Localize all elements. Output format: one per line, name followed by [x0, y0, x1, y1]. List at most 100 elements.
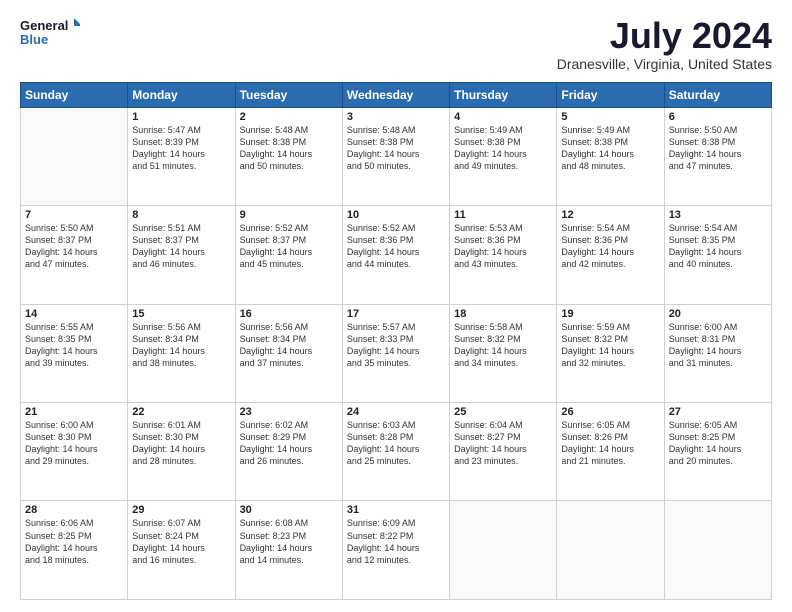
calendar-cell: 7Sunrise: 5:50 AMSunset: 8:37 PMDaylight… — [21, 206, 128, 304]
day-number: 25 — [454, 406, 552, 418]
calendar-table: SundayMondayTuesdayWednesdayThursdayFrid… — [20, 82, 772, 600]
day-number: 18 — [454, 308, 552, 320]
day-info: Sunrise: 5:56 AMSunset: 8:34 PMDaylight:… — [240, 321, 338, 370]
logo-svg: General Blue — [20, 16, 80, 52]
calendar-header-thursday: Thursday — [450, 82, 557, 107]
calendar-cell: 11Sunrise: 5:53 AMSunset: 8:36 PMDayligh… — [450, 206, 557, 304]
day-number: 16 — [240, 308, 338, 320]
day-number: 2 — [240, 111, 338, 123]
day-number: 7 — [25, 209, 123, 221]
day-number: 30 — [240, 504, 338, 516]
calendar-cell: 5Sunrise: 5:49 AMSunset: 8:38 PMDaylight… — [557, 107, 664, 205]
day-info: Sunrise: 6:09 AMSunset: 8:22 PMDaylight:… — [347, 517, 445, 566]
calendar-week-row: 7Sunrise: 5:50 AMSunset: 8:37 PMDaylight… — [21, 206, 772, 304]
calendar-header-sunday: Sunday — [21, 82, 128, 107]
calendar-header-friday: Friday — [557, 82, 664, 107]
day-info: Sunrise: 5:49 AMSunset: 8:38 PMDaylight:… — [561, 124, 659, 173]
day-number: 15 — [132, 308, 230, 320]
day-number: 24 — [347, 406, 445, 418]
calendar-cell: 16Sunrise: 5:56 AMSunset: 8:34 PMDayligh… — [235, 304, 342, 402]
day-number: 28 — [25, 504, 123, 516]
day-info: Sunrise: 5:53 AMSunset: 8:36 PMDaylight:… — [454, 222, 552, 271]
svg-text:Blue: Blue — [20, 32, 48, 47]
logo: General Blue — [20, 16, 80, 52]
day-info: Sunrise: 5:52 AMSunset: 8:36 PMDaylight:… — [347, 222, 445, 271]
calendar-cell — [450, 501, 557, 600]
day-number: 12 — [561, 209, 659, 221]
calendar-cell — [664, 501, 771, 600]
calendar-cell: 2Sunrise: 5:48 AMSunset: 8:38 PMDaylight… — [235, 107, 342, 205]
calendar-header-row: SundayMondayTuesdayWednesdayThursdayFrid… — [21, 82, 772, 107]
day-info: Sunrise: 5:50 AMSunset: 8:37 PMDaylight:… — [25, 222, 123, 271]
month-title: July 2024 — [557, 16, 772, 56]
day-number: 20 — [669, 308, 767, 320]
calendar-cell: 3Sunrise: 5:48 AMSunset: 8:38 PMDaylight… — [342, 107, 449, 205]
calendar-cell: 14Sunrise: 5:55 AMSunset: 8:35 PMDayligh… — [21, 304, 128, 402]
day-number: 23 — [240, 406, 338, 418]
calendar-week-row: 21Sunrise: 6:00 AMSunset: 8:30 PMDayligh… — [21, 403, 772, 501]
day-info: Sunrise: 6:05 AMSunset: 8:25 PMDaylight:… — [669, 419, 767, 468]
day-info: Sunrise: 5:56 AMSunset: 8:34 PMDaylight:… — [132, 321, 230, 370]
day-number: 1 — [132, 111, 230, 123]
day-info: Sunrise: 5:52 AMSunset: 8:37 PMDaylight:… — [240, 222, 338, 271]
title-section: July 2024 Dranesville, Virginia, United … — [557, 16, 772, 72]
calendar-cell: 20Sunrise: 6:00 AMSunset: 8:31 PMDayligh… — [664, 304, 771, 402]
day-number: 17 — [347, 308, 445, 320]
day-info: Sunrise: 6:03 AMSunset: 8:28 PMDaylight:… — [347, 419, 445, 468]
header: General Blue July 2024 Dranesville, Virg… — [20, 16, 772, 72]
calendar-header-saturday: Saturday — [664, 82, 771, 107]
calendar-cell: 28Sunrise: 6:06 AMSunset: 8:25 PMDayligh… — [21, 501, 128, 600]
calendar-cell: 19Sunrise: 5:59 AMSunset: 8:32 PMDayligh… — [557, 304, 664, 402]
calendar-week-row: 14Sunrise: 5:55 AMSunset: 8:35 PMDayligh… — [21, 304, 772, 402]
calendar-cell: 15Sunrise: 5:56 AMSunset: 8:34 PMDayligh… — [128, 304, 235, 402]
day-number: 22 — [132, 406, 230, 418]
calendar-cell: 30Sunrise: 6:08 AMSunset: 8:23 PMDayligh… — [235, 501, 342, 600]
day-number: 29 — [132, 504, 230, 516]
day-info: Sunrise: 5:48 AMSunset: 8:38 PMDaylight:… — [240, 124, 338, 173]
day-info: Sunrise: 6:02 AMSunset: 8:29 PMDaylight:… — [240, 419, 338, 468]
calendar-cell: 23Sunrise: 6:02 AMSunset: 8:29 PMDayligh… — [235, 403, 342, 501]
day-info: Sunrise: 5:57 AMSunset: 8:33 PMDaylight:… — [347, 321, 445, 370]
day-info: Sunrise: 5:58 AMSunset: 8:32 PMDaylight:… — [454, 321, 552, 370]
calendar-cell: 26Sunrise: 6:05 AMSunset: 8:26 PMDayligh… — [557, 403, 664, 501]
calendar-cell: 18Sunrise: 5:58 AMSunset: 8:32 PMDayligh… — [450, 304, 557, 402]
day-number: 4 — [454, 111, 552, 123]
calendar-cell: 25Sunrise: 6:04 AMSunset: 8:27 PMDayligh… — [450, 403, 557, 501]
day-info: Sunrise: 5:48 AMSunset: 8:38 PMDaylight:… — [347, 124, 445, 173]
calendar-header-wednesday: Wednesday — [342, 82, 449, 107]
day-number: 10 — [347, 209, 445, 221]
day-number: 8 — [132, 209, 230, 221]
day-info: Sunrise: 6:07 AMSunset: 8:24 PMDaylight:… — [132, 517, 230, 566]
day-number: 19 — [561, 308, 659, 320]
calendar-cell: 13Sunrise: 5:54 AMSunset: 8:35 PMDayligh… — [664, 206, 771, 304]
day-number: 6 — [669, 111, 767, 123]
day-info: Sunrise: 5:47 AMSunset: 8:39 PMDaylight:… — [132, 124, 230, 173]
day-number: 27 — [669, 406, 767, 418]
calendar-cell: 9Sunrise: 5:52 AMSunset: 8:37 PMDaylight… — [235, 206, 342, 304]
calendar-cell: 24Sunrise: 6:03 AMSunset: 8:28 PMDayligh… — [342, 403, 449, 501]
calendar-cell: 21Sunrise: 6:00 AMSunset: 8:30 PMDayligh… — [21, 403, 128, 501]
day-info: Sunrise: 5:55 AMSunset: 8:35 PMDaylight:… — [25, 321, 123, 370]
day-number: 11 — [454, 209, 552, 221]
svg-text:General: General — [20, 18, 68, 33]
calendar-cell: 27Sunrise: 6:05 AMSunset: 8:25 PMDayligh… — [664, 403, 771, 501]
calendar-header-tuesday: Tuesday — [235, 82, 342, 107]
day-number: 21 — [25, 406, 123, 418]
page: General Blue July 2024 Dranesville, Virg… — [0, 0, 792, 612]
day-number: 5 — [561, 111, 659, 123]
day-info: Sunrise: 5:50 AMSunset: 8:38 PMDaylight:… — [669, 124, 767, 173]
calendar-cell: 6Sunrise: 5:50 AMSunset: 8:38 PMDaylight… — [664, 107, 771, 205]
calendar-cell: 10Sunrise: 5:52 AMSunset: 8:36 PMDayligh… — [342, 206, 449, 304]
day-info: Sunrise: 6:00 AMSunset: 8:30 PMDaylight:… — [25, 419, 123, 468]
calendar-cell: 8Sunrise: 5:51 AMSunset: 8:37 PMDaylight… — [128, 206, 235, 304]
day-info: Sunrise: 5:51 AMSunset: 8:37 PMDaylight:… — [132, 222, 230, 271]
location: Dranesville, Virginia, United States — [557, 56, 772, 72]
day-number: 14 — [25, 308, 123, 320]
day-info: Sunrise: 5:54 AMSunset: 8:36 PMDaylight:… — [561, 222, 659, 271]
calendar-cell: 1Sunrise: 5:47 AMSunset: 8:39 PMDaylight… — [128, 107, 235, 205]
day-number: 9 — [240, 209, 338, 221]
day-number: 3 — [347, 111, 445, 123]
day-info: Sunrise: 6:00 AMSunset: 8:31 PMDaylight:… — [669, 321, 767, 370]
calendar-cell: 17Sunrise: 5:57 AMSunset: 8:33 PMDayligh… — [342, 304, 449, 402]
calendar-cell: 22Sunrise: 6:01 AMSunset: 8:30 PMDayligh… — [128, 403, 235, 501]
